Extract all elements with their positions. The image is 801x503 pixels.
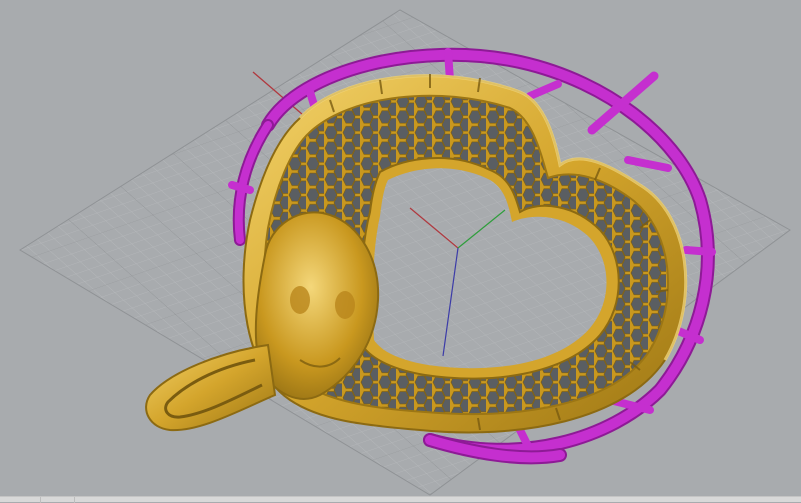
status-segment [74, 497, 801, 503]
perspective-viewport[interactable] [0, 0, 801, 496]
status-segment [40, 497, 75, 503]
status-bar [0, 496, 801, 503]
status-segment [0, 497, 41, 503]
viewport-scene[interactable] [0, 0, 801, 496]
